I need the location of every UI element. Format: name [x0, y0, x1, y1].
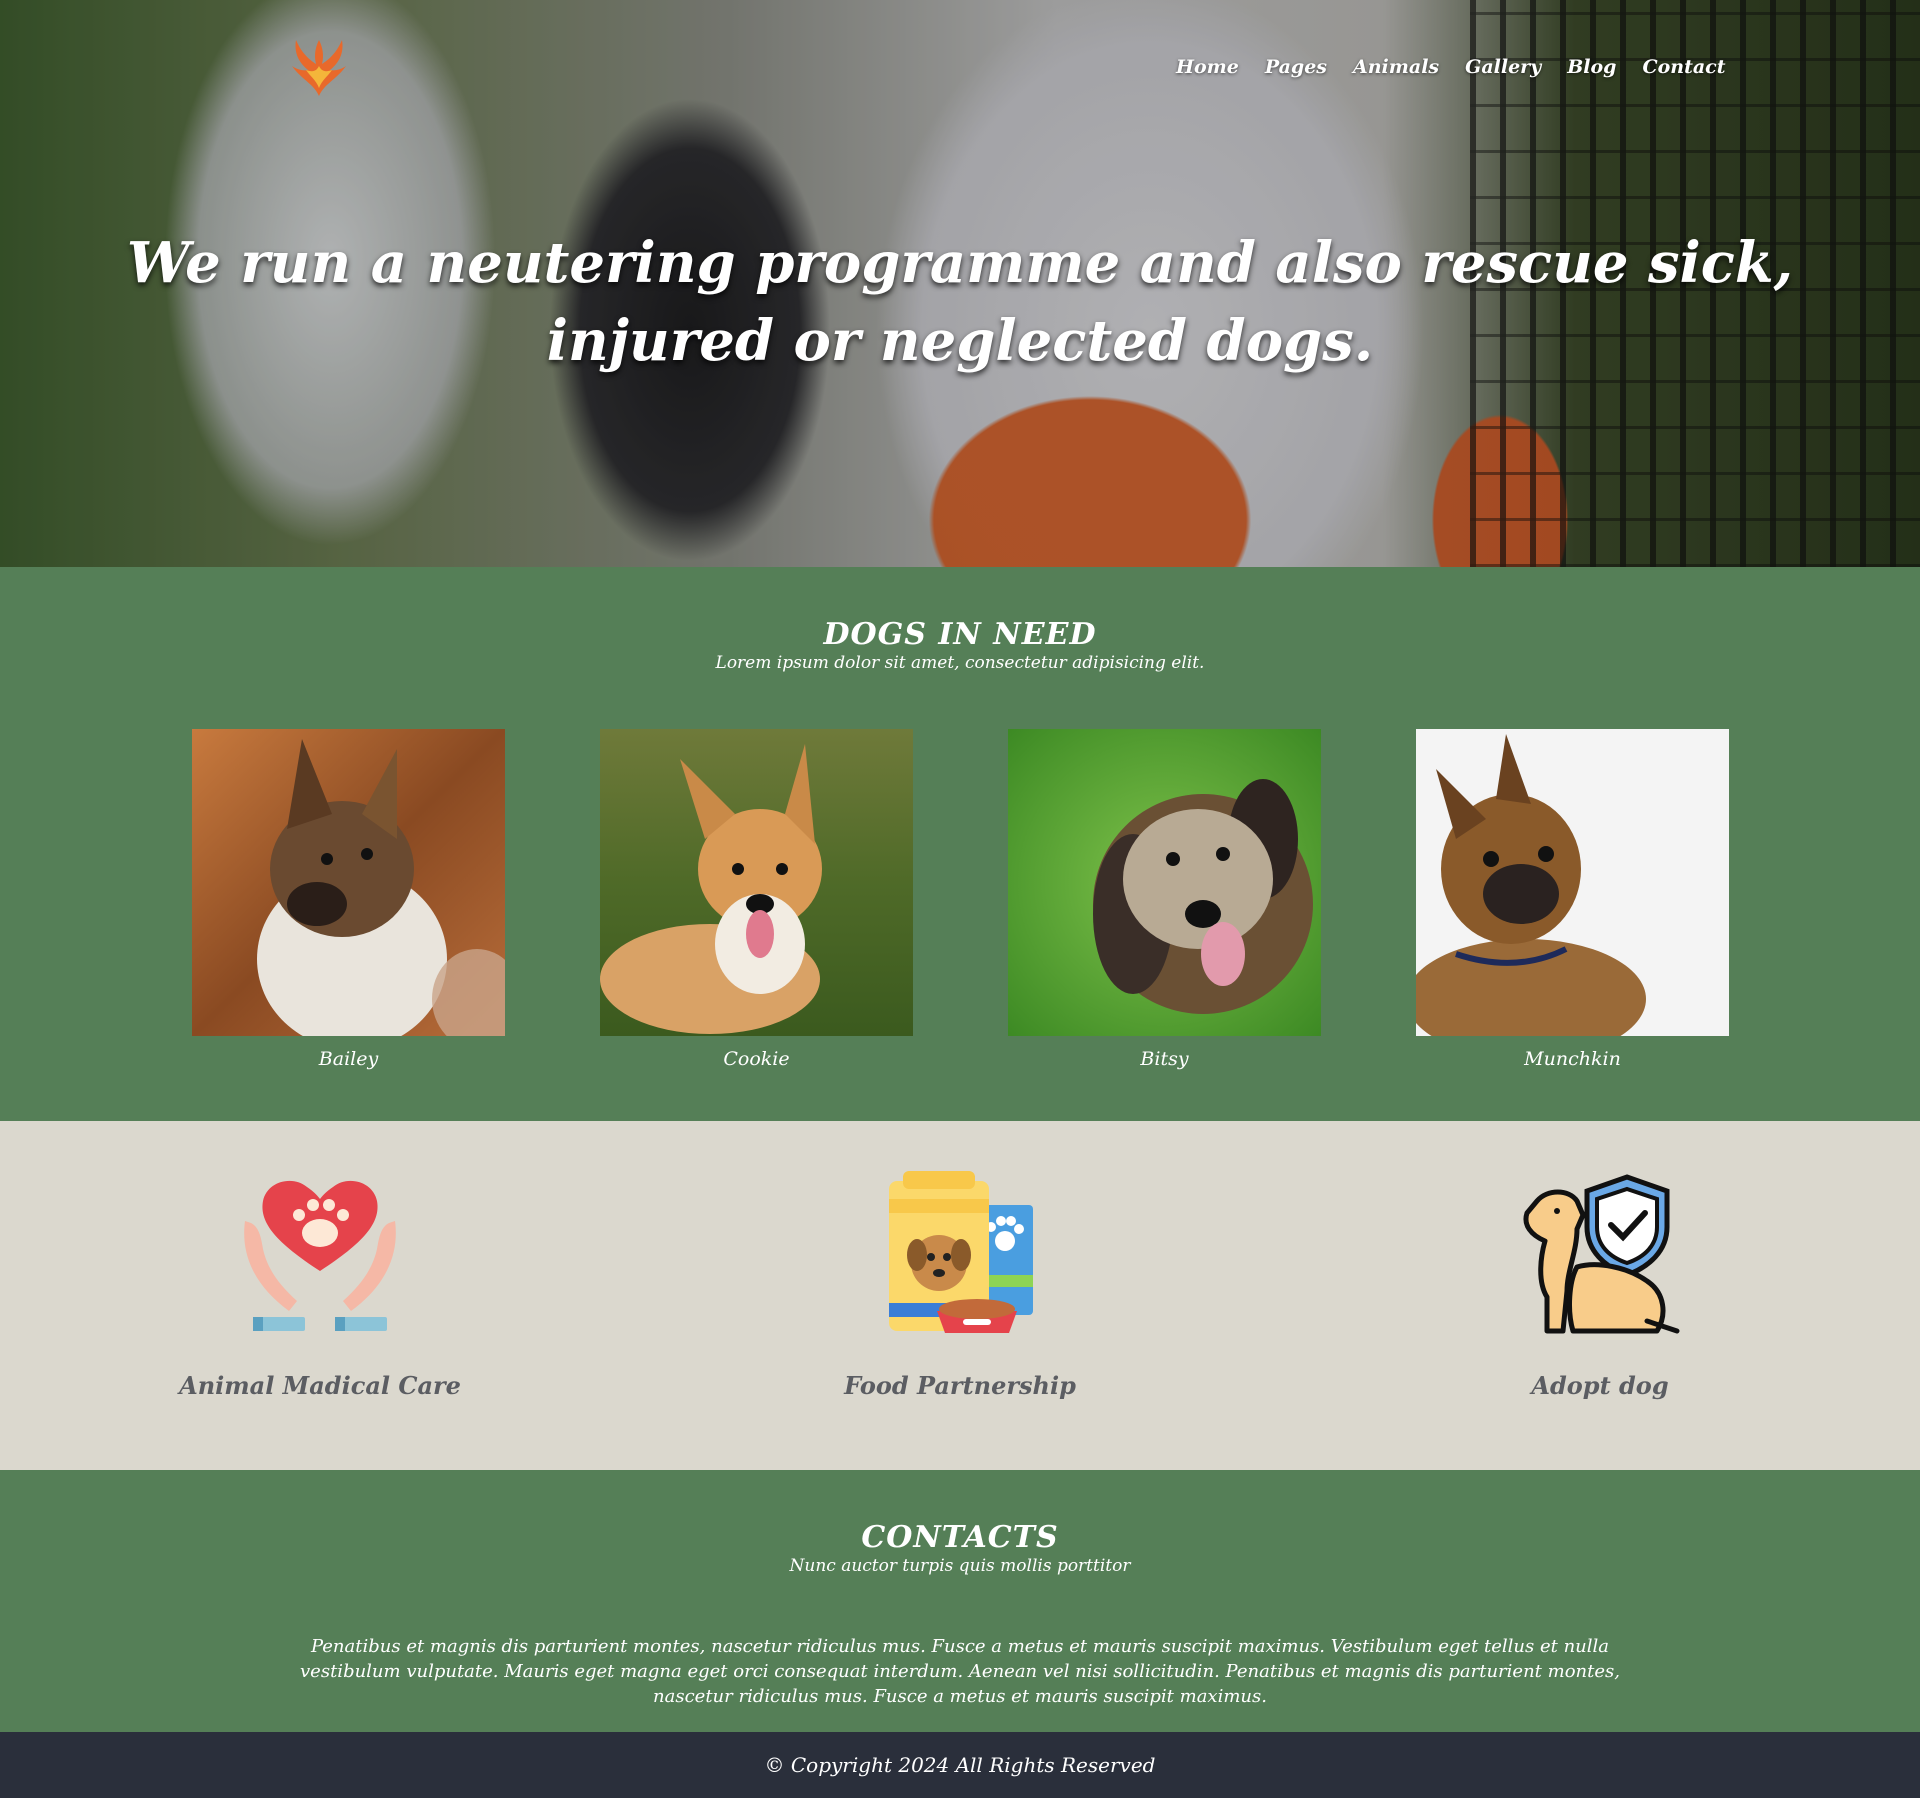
- contacts-subtitle: Nunc auctor turpis quis mollis porttitor: [789, 1556, 1131, 1576]
- dog-photo[interactable]: [600, 729, 913, 1036]
- dog-photo[interactable]: [192, 729, 505, 1036]
- service-card-food-partnership[interactable]: Food Partnership: [780, 1171, 1140, 1400]
- contacts-title: CONTACTS: [861, 1520, 1059, 1555]
- contacts-body-text: Penatibus et magnis dis parturient monte…: [300, 1636, 1620, 1707]
- dog-photo[interactable]: [1416, 729, 1729, 1036]
- service-label: Food Partnership: [844, 1371, 1076, 1400]
- nav-item-contact[interactable]: Contact: [1642, 56, 1725, 78]
- dog-card[interactable]: Bitsy: [1008, 729, 1321, 1070]
- service-card-adopt-dog[interactable]: Adopt dog: [1420, 1171, 1780, 1400]
- dog-name: Bitsy: [1140, 1048, 1189, 1070]
- heart-paw-hands-icon: [244, 1180, 396, 1331]
- main-nav: Home Pages Animals Gallery Blog Contact: [1176, 56, 1726, 78]
- nav-item-animals[interactable]: Animals: [1353, 56, 1439, 78]
- phoenix-logo-icon[interactable]: [284, 36, 354, 100]
- dog-name: Cookie: [723, 1048, 790, 1070]
- dog-shield-icon: [1523, 1174, 1680, 1334]
- dog-card[interactable]: Bailey: [192, 729, 505, 1070]
- dog-card[interactable]: Cookie: [600, 729, 913, 1070]
- hero-section: Home Pages Animals Gallery Blog Contact …: [0, 0, 1920, 567]
- contacts-section: CONTACTS Nunc auctor turpis quis mollis …: [0, 1470, 1920, 1732]
- services-section: Animal Madical Care Food Partnership Ado…: [0, 1121, 1920, 1470]
- footer: © Copyright 2024 All Rights Reserved: [0, 1732, 1920, 1798]
- hero-heading: We run a neutering programme and also re…: [126, 230, 1794, 374]
- nav-item-blog[interactable]: Blog: [1567, 56, 1616, 78]
- service-label: Adopt dog: [1531, 1371, 1669, 1400]
- dog-name: Munchkin: [1524, 1048, 1621, 1070]
- nav-item-home[interactable]: Home: [1176, 56, 1239, 78]
- pet-food-icon: [889, 1171, 1033, 1333]
- nav-item-pages[interactable]: Pages: [1265, 56, 1327, 78]
- dog-photo[interactable]: [1008, 729, 1321, 1036]
- dog-card[interactable]: Munchkin: [1416, 729, 1729, 1070]
- nav-item-gallery[interactable]: Gallery: [1465, 56, 1541, 78]
- service-card-medical-care[interactable]: Animal Madical Care: [140, 1171, 500, 1400]
- service-label: Animal Madical Care: [179, 1371, 461, 1400]
- dog-name: Bailey: [318, 1048, 379, 1070]
- dogs-in-need-section: DOGS IN NEED Lorem ipsum dolor sit amet,…: [0, 567, 1920, 1121]
- copyright-text: © Copyright 2024 All Rights Reserved: [764, 1753, 1156, 1777]
- dogs-section-subtitle: Lorem ipsum dolor sit amet, consectetur …: [715, 653, 1205, 673]
- dogs-section-title: DOGS IN NEED: [823, 617, 1097, 652]
